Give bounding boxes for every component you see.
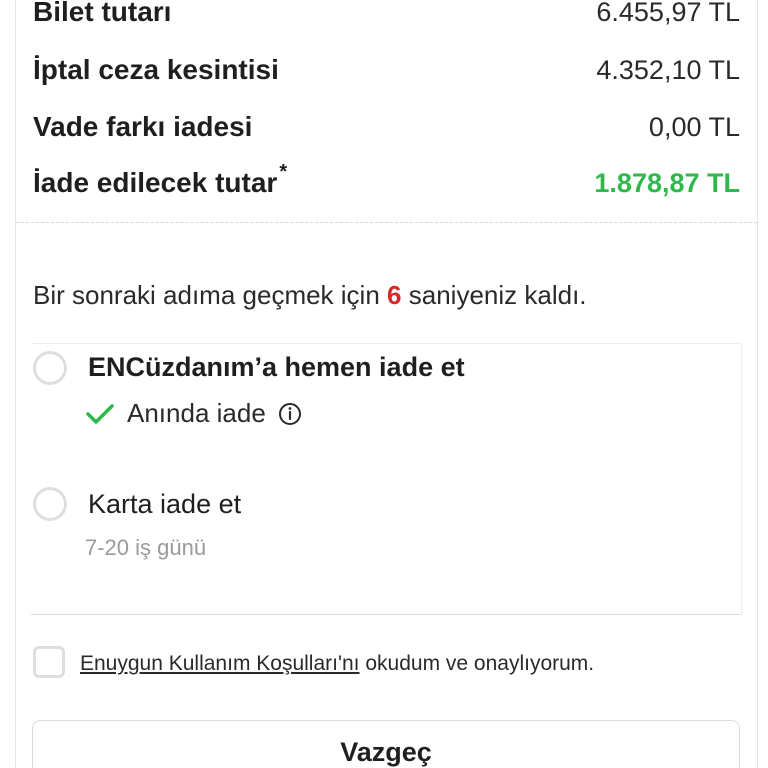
- terms-consent-text: okudum ve onaylıyorum.: [365, 652, 595, 675]
- instant-refund-line: Anında iade: [85, 398, 302, 429]
- refund-total-label: İade edilecek tutar *: [33, 161, 287, 199]
- countdown-message: Bir sonraki adıma geçmek için 6 saniyeni…: [33, 280, 587, 311]
- summary-label: Bilet tutarı: [33, 0, 172, 27]
- countdown-prefix: Bir sonraki adıma geçmek için: [33, 280, 380, 310]
- dashed-divider: [16, 222, 757, 223]
- terms-text: Enuygun Kullanım Koşulları'nı okudum ve …: [80, 652, 594, 676]
- summary-label: Vade farkı iadesi: [33, 111, 253, 142]
- card-refund-duration: 7-20 iş günü: [85, 535, 207, 560]
- wallet-refund-radio[interactable]: [33, 351, 67, 385]
- wallet-refund-title[interactable]: ENCüzdanım’a hemen iade et: [88, 352, 465, 383]
- summary-row-maturity-refund: Vade farkı iadesi 0,00 TL: [33, 107, 740, 147]
- summary-value: 4.352,10 TL: [596, 54, 740, 85]
- refund-total-label-text: İade edilecek tutar: [33, 167, 278, 198]
- cancel-button[interactable]: Vazgeç: [32, 720, 740, 768]
- check-icon: [86, 403, 114, 424]
- summary-row-cancellation-penalty: İptal ceza kesintisi 4.352,10 TL: [33, 50, 740, 90]
- card-refund-radio[interactable]: [33, 487, 67, 521]
- refund-options-box: [31, 343, 742, 615]
- card-refund-title[interactable]: Karta iade et: [88, 489, 241, 520]
- countdown-seconds: 6: [387, 280, 402, 310]
- info-icon[interactable]: [278, 402, 302, 426]
- summary-value: 6.455,97 TL: [596, 0, 740, 27]
- terms-link[interactable]: Enuygun Kullanım Koşulları'nı: [80, 652, 360, 675]
- summary-value: 0,00 TL: [648, 111, 740, 142]
- terms-checkbox[interactable]: [33, 646, 65, 678]
- asterisk-mark: *: [279, 161, 288, 183]
- summary-label: İptal ceza kesintisi: [33, 54, 279, 85]
- refund-total-value: 1.878,87 TL: [594, 167, 740, 198]
- refund-page: Bilet tutarı 6.455,97 TL İptal ceza kesi…: [0, 0, 768, 768]
- summary-row-refund-total: İade edilecek tutar * 1.878,87 TL: [33, 161, 740, 203]
- instant-refund-label: Anında iade: [127, 398, 266, 428]
- summary-row-ticket-amount: Bilet tutarı 6.455,97 TL: [33, 0, 740, 32]
- countdown-suffix: saniyeniz kaldı.: [408, 280, 587, 310]
